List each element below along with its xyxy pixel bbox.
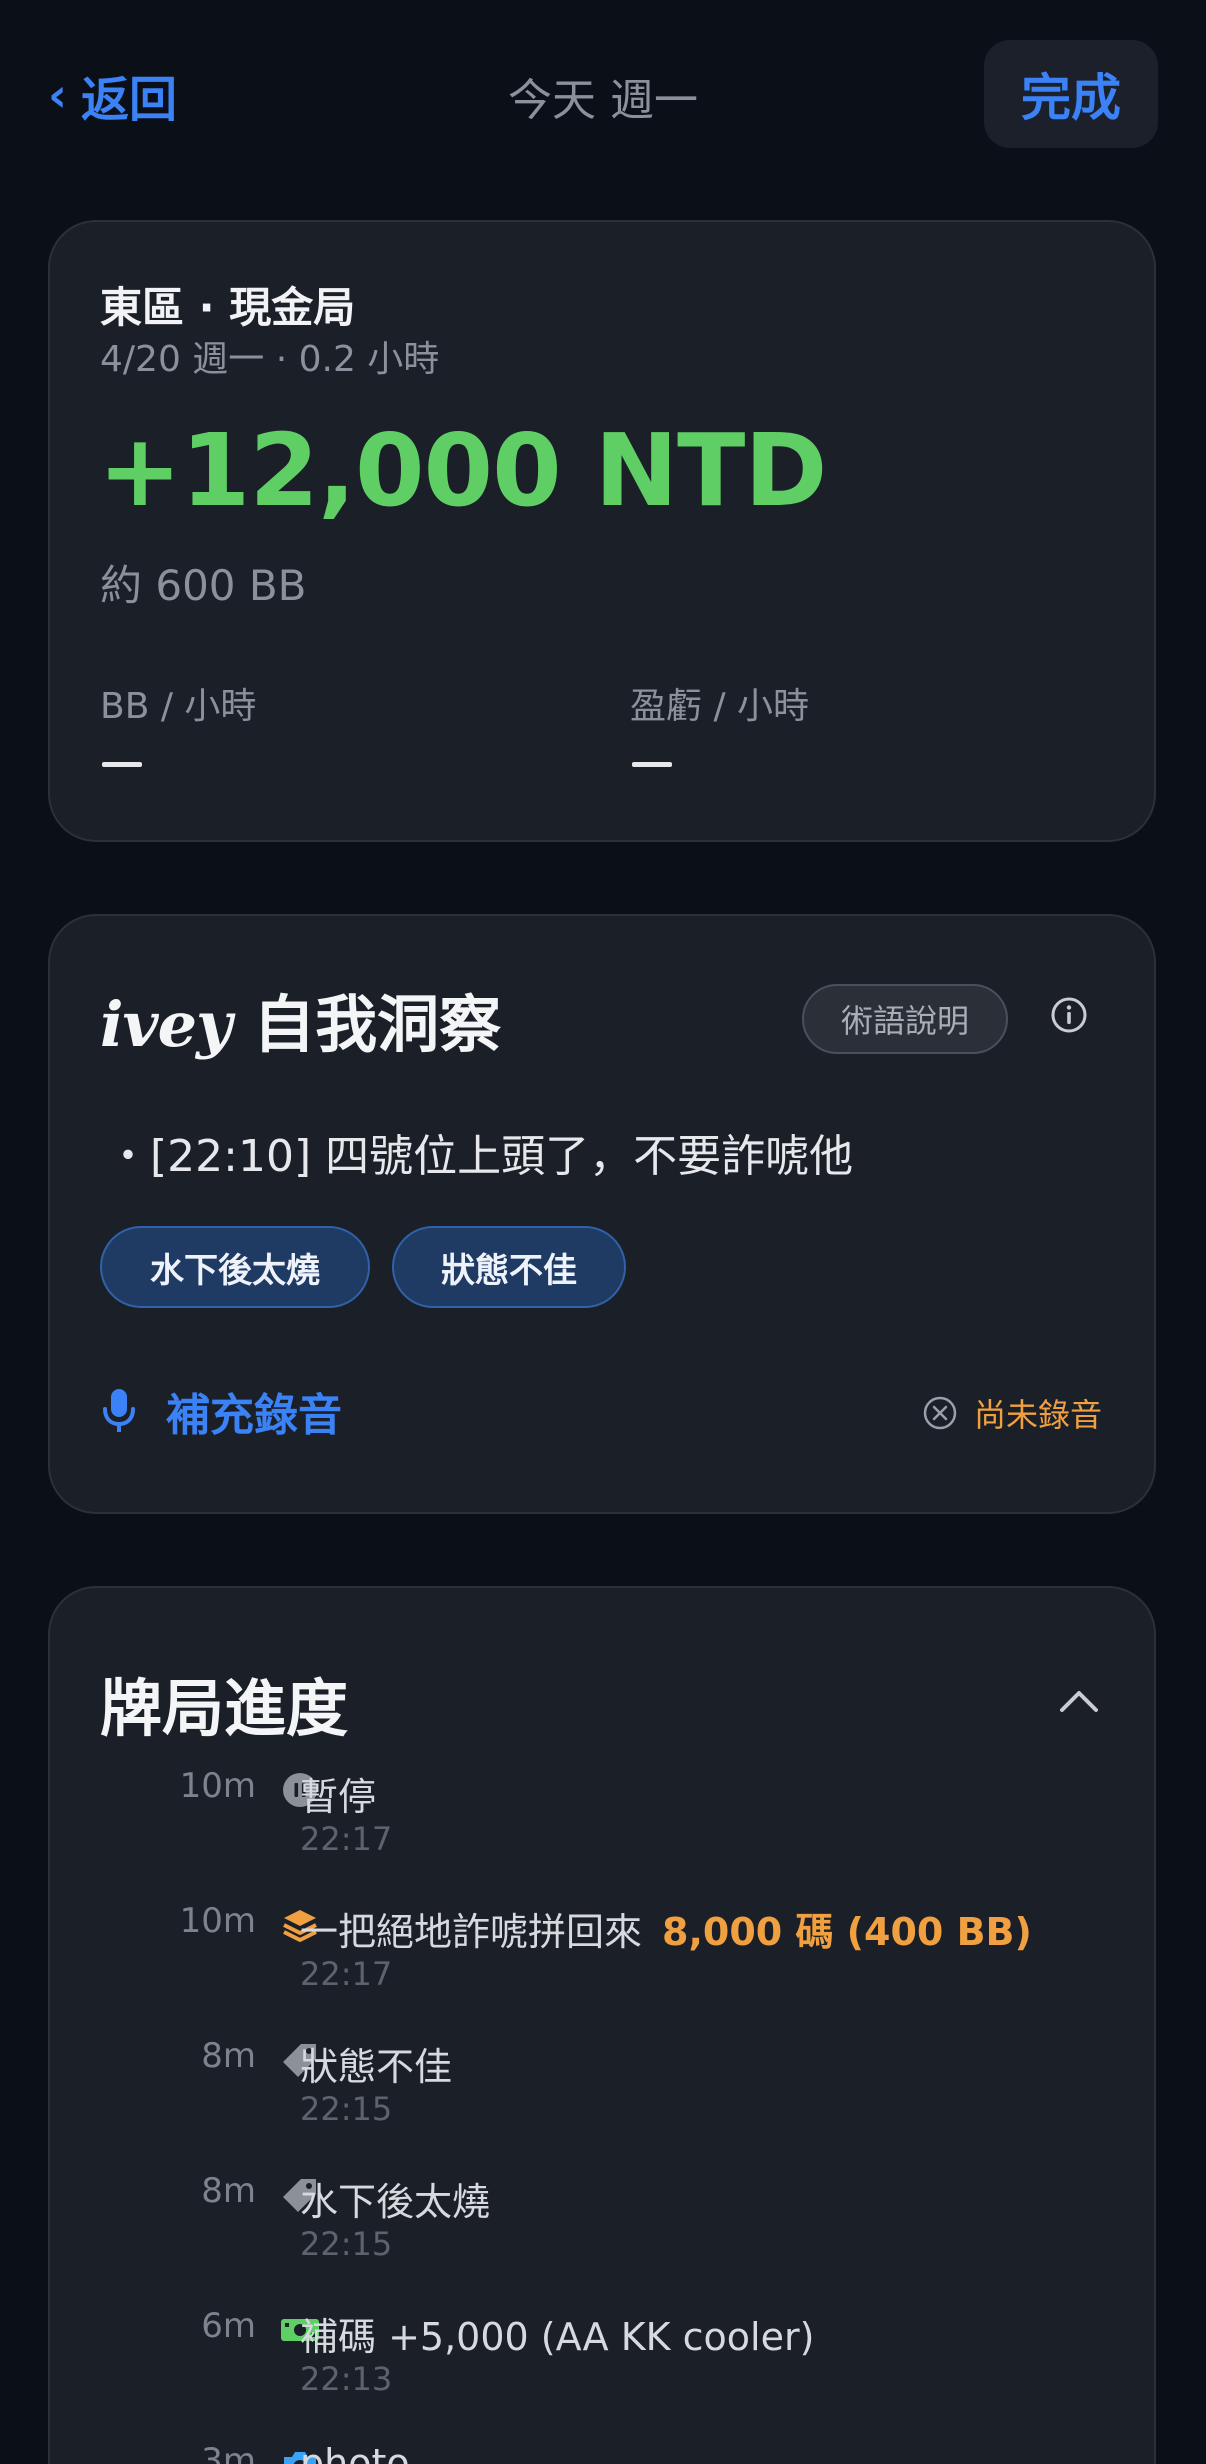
microphone-icon: [103, 1389, 135, 1432]
ivey-logo: ivey: [100, 988, 232, 1061]
event-amount: 8,000 碼 (400 BB): [662, 1910, 1032, 1954]
self-insight-card: ivey 自我洞察 術語說明 ・[22:10] 四號位上頭了，不要詐唬他 水下後…: [48, 914, 1156, 1514]
event-label-text: 補碼 +5,000 (AA KK cooler): [300, 2315, 815, 2359]
nav-header: ‹ 返回 今天 週一 完成: [0, 0, 1206, 190]
close-circle-icon: [923, 1396, 957, 1430]
terms-explanation-button[interactable]: 術語說明: [802, 984, 1008, 1054]
insight-note: ・[22:10] 四號位上頭了，不要詐唬他: [106, 1131, 854, 1182]
recording-status-label: 尚未錄音: [973, 1396, 1102, 1434]
timeline-event[interactable]: 8m 水下後太燒 22:15: [50, 2171, 1158, 2291]
event-label-text: 一把絕地詐唬拼回來: [300, 1910, 643, 1954]
tag-chip[interactable]: 狀態不佳: [392, 1226, 626, 1308]
game-progress-card: 牌局進度 10m 暫停 22:17 10m 一把絕地詐唬拼回來 8,000 碼 …: [48, 1586, 1156, 2464]
done-button[interactable]: 完成: [984, 40, 1158, 148]
stat-value-bb-per-hour: [102, 762, 142, 767]
stat-label-profit-per-hour: 盈虧 / 小時: [630, 686, 810, 727]
progress-title: 牌局進度: [100, 1672, 349, 1745]
event-label: 補碼 +5,000 (AA KK cooler): [300, 2306, 814, 2361]
session-detail-screen: ‹ 返回 今天 週一 完成 東區 · 現金局 4/20 週一 · 0.2 小時 …: [0, 0, 1206, 2464]
event-time: 22:15: [300, 2225, 393, 2263]
session-bb: 約 600 BB: [100, 561, 307, 610]
event-label: 一把絕地詐唬拼回來 8,000 碼 (400 BB): [300, 1901, 1032, 1956]
event-label-text: 暫停: [300, 1775, 377, 1819]
event-duration: 8m: [201, 2036, 256, 2076]
event-label-text: 水下後太燒: [300, 2180, 491, 2224]
session-profit: +12,000 NTD: [98, 412, 827, 529]
recording-status: 尚未錄音: [922, 1390, 1102, 1436]
add-recording-button[interactable]: 補充錄音: [102, 1376, 342, 1446]
add-recording-label: 補充錄音: [166, 1390, 342, 1441]
timeline-event[interactable]: 6m 補碼 +5,000 (AA KK cooler) 22:13: [50, 2306, 1158, 2426]
event-label-text: photo: [300, 2441, 410, 2464]
insight-title: 自我洞察: [253, 988, 502, 1061]
timeline-event[interactable]: 8m 狀態不佳 22:15: [50, 2036, 1158, 2156]
info-icon[interactable]: [1050, 996, 1088, 1034]
stat-label-bb-per-hour: BB / 小時: [100, 686, 257, 727]
event-duration: 6m: [201, 2306, 256, 2346]
event-label: 水下後太燒: [300, 2171, 490, 2226]
stat-value-profit-per-hour: [632, 762, 672, 767]
session-subtitle: 4/20 週一 · 0.2 小時: [100, 339, 440, 380]
session-title: 東區 · 現金局: [100, 283, 356, 332]
session-summary-card: 東區 · 現金局 4/20 週一 · 0.2 小時 +12,000 NTD 約 …: [48, 220, 1156, 842]
event-time: 22:15: [300, 2090, 393, 2128]
event-duration: 8m: [201, 2171, 256, 2211]
event-label: 暫停: [300, 1766, 376, 1821]
timeline-event[interactable]: 10m 一把絕地詐唬拼回來 8,000 碼 (400 BB) 22:17: [50, 1901, 1158, 2021]
event-label: 狀態不佳: [300, 2036, 452, 2091]
event-duration: 3m: [201, 2441, 256, 2464]
timeline-event[interactable]: 3m photo: [50, 2441, 1158, 2464]
insight-heading: ivey 自我洞察: [100, 974, 501, 1064]
event-label-text: 狀態不佳: [300, 2045, 453, 2089]
tag-chip[interactable]: 水下後太燒: [100, 1226, 370, 1308]
chevron-up-icon[interactable]: [1054, 1680, 1104, 1720]
timeline-event[interactable]: 10m 暫停 22:17: [50, 1766, 1158, 1886]
event-time: 22:17: [300, 1820, 393, 1858]
event-duration: 10m: [179, 1766, 256, 1806]
event-time: 22:17: [300, 1955, 393, 1993]
event-time: 22:13: [300, 2360, 393, 2398]
event-label: photo: [300, 2441, 410, 2464]
event-duration: 10m: [179, 1901, 256, 1941]
